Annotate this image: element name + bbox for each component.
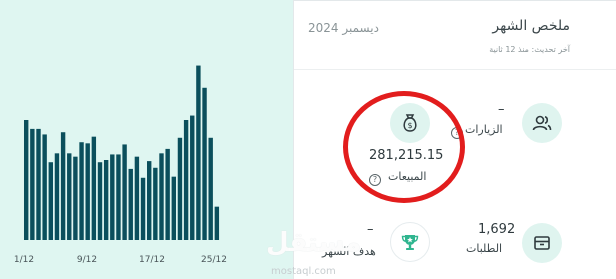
- chart-bar: [134, 156, 140, 240]
- chart-bar: [73, 156, 78, 240]
- chart-bar: [30, 128, 35, 240]
- box-icon: [534, 236, 550, 250]
- chart-bar: [91, 136, 97, 240]
- sales-chart-panel: 1/12 9/12 17/12 25/12: [0, 0, 293, 279]
- trophy-icon: [401, 235, 419, 250]
- orders-icon-circle: [522, 223, 562, 263]
- x-tick-label: 25/12: [201, 255, 227, 265]
- chart-bar: [147, 161, 152, 240]
- chart-bar: [48, 162, 53, 240]
- x-tick-label: 17/12: [139, 255, 165, 265]
- chart-bar: [116, 154, 121, 240]
- chart-bar: [171, 176, 176, 240]
- chart-bar: [183, 120, 189, 240]
- chart-bar: [103, 160, 109, 240]
- month-label: ديسمبر 2024: [308, 21, 379, 35]
- chart-bar: [140, 177, 146, 240]
- chart-bar: [128, 168, 133, 240]
- chart-bar: [36, 128, 41, 240]
- last-updated-text: آخر تحديث: منذ 12 ثانية: [489, 45, 570, 54]
- chart-bar: [97, 162, 103, 240]
- goal-value: –: [367, 222, 374, 237]
- goal-label: هدف الشهر: [322, 245, 376, 258]
- visits-label: الزيارات: [465, 123, 503, 136]
- chart-bar: [159, 153, 164, 240]
- sales-highlight-ring: [343, 91, 465, 203]
- x-tick-label: 9/12: [77, 255, 97, 265]
- chart-bar: [60, 132, 66, 240]
- chart-bar: [208, 137, 213, 240]
- chart-bar: [24, 120, 29, 240]
- chart-bar: [79, 142, 84, 240]
- visits-icon-circle: [522, 103, 562, 143]
- orders-value: 1,692: [478, 222, 516, 237]
- chart-bar: [110, 154, 115, 240]
- chart-bar: [177, 137, 183, 240]
- chart-bar: [122, 144, 127, 240]
- visits-value: –: [498, 102, 505, 117]
- chart-bar: [67, 153, 72, 240]
- chart-bar: [85, 143, 90, 240]
- chart-bar: [153, 167, 158, 240]
- chart-bar: [165, 148, 170, 240]
- chart-bar: [214, 206, 220, 240]
- card-title: ملخص الشهر: [492, 18, 570, 34]
- daily-sales-bar-chart: 1/12 9/12 17/12 25/12: [14, 65, 227, 265]
- chart-bar: [196, 65, 201, 240]
- users-icon: [532, 115, 552, 131]
- divider: [294, 69, 616, 70]
- chart-bar: [42, 134, 47, 240]
- orders-label: الطلبات: [466, 242, 503, 255]
- chart-bar: [54, 153, 60, 240]
- goal-icon-circle: [390, 222, 430, 262]
- x-tick-label: 1/12: [14, 255, 34, 265]
- chart-bar: [190, 115, 195, 240]
- chart-bar: [202, 87, 207, 240]
